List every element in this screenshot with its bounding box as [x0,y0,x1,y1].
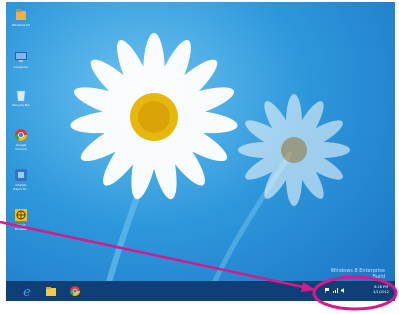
network-icon[interactable] [333,288,338,293]
desktop-icon-recycle-bin[interactable]: Recycle Bin [8,88,34,107]
build-watermark: Windows 8 Enterprise Build [330,268,385,280]
desktop-icon-intel-app[interactable]: Intel(R) Rapid St... [8,168,34,191]
volume-icon[interactable] [341,288,346,293]
system-tray: 6:28 PM 4/1/2012 [321,285,391,298]
file-explorer-icon[interactable] [44,284,58,298]
wallpaper [70,33,350,301]
desktop-icon-globe-app[interactable]: Smart Browser [8,208,34,231]
desktop-screen: Windows PC Computer Recycle Bin Google C… [6,2,395,301]
windows-pc-icon [16,9,26,20]
desktop-icon-google-chrome[interactable]: Google Chrome [8,128,34,151]
intel-app-icon [15,169,27,181]
google-chrome-icon [15,129,27,141]
computer-icon [15,52,27,62]
desktop-icon-windows-pc[interactable]: Windows PC [8,8,34,27]
svg-text:e: e [23,285,31,298]
taskbar-clock[interactable]: 6:28 PM 4/1/2012 [373,285,389,295]
internet-explorer-icon[interactable]: e [20,284,34,298]
taskbar: e 6:28 PM 4/1/2012 [6,281,395,301]
desktop-icon-computer[interactable]: Computer [8,50,34,69]
chrome-taskbar-icon[interactable] [68,284,82,298]
flag-icon[interactable] [325,288,330,293]
recycle-bin-icon [16,90,26,102]
globe-app-icon [15,209,27,221]
